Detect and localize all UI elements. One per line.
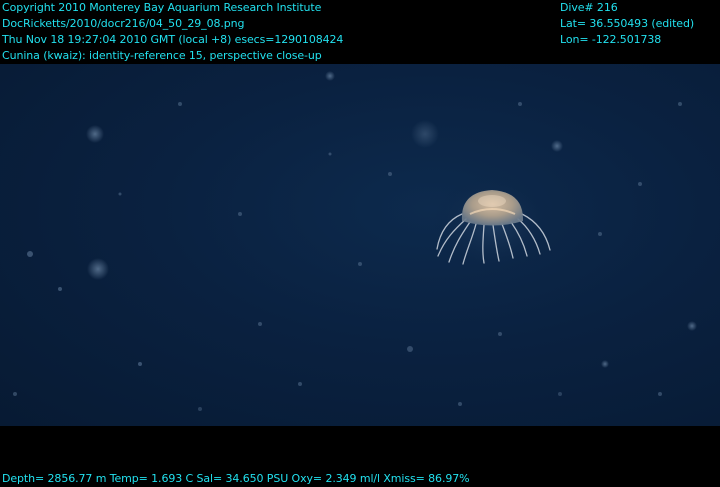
file-path-line: DocRicketts/2010/docr216/04_50_29_08.png — [2, 17, 245, 30]
underwater-scene — [0, 64, 720, 426]
jellyfish-icon — [433, 174, 553, 274]
timestamp-line: Thu Nov 18 19:27:04 2010 GMT (local +8) … — [2, 33, 344, 46]
header-metadata-right: Dive# 216 Lat= 36.550493 (edited) Lon= -… — [560, 0, 694, 48]
header-metadata-left: Copyright 2010 Monterey Bay Aquarium Res… — [2, 0, 343, 64]
marine-snow-particles — [13, 71, 697, 411]
sensor-readout: Depth= 2856.77 m Temp= 1.693 C Sal= 34.6… — [2, 472, 470, 485]
underwater-image — [13, 71, 697, 411]
identification-line: Cunina (kwaiz): identity-reference 15, p… — [2, 49, 322, 62]
latitude: Lat= 36.550493 (edited) — [560, 17, 695, 30]
copyright-line: Copyright 2010 Monterey Bay Aquarium Res… — [2, 1, 322, 14]
longitude: Lon= -122.501738 — [560, 33, 662, 46]
dive-number: Dive# 216 — [560, 1, 618, 14]
